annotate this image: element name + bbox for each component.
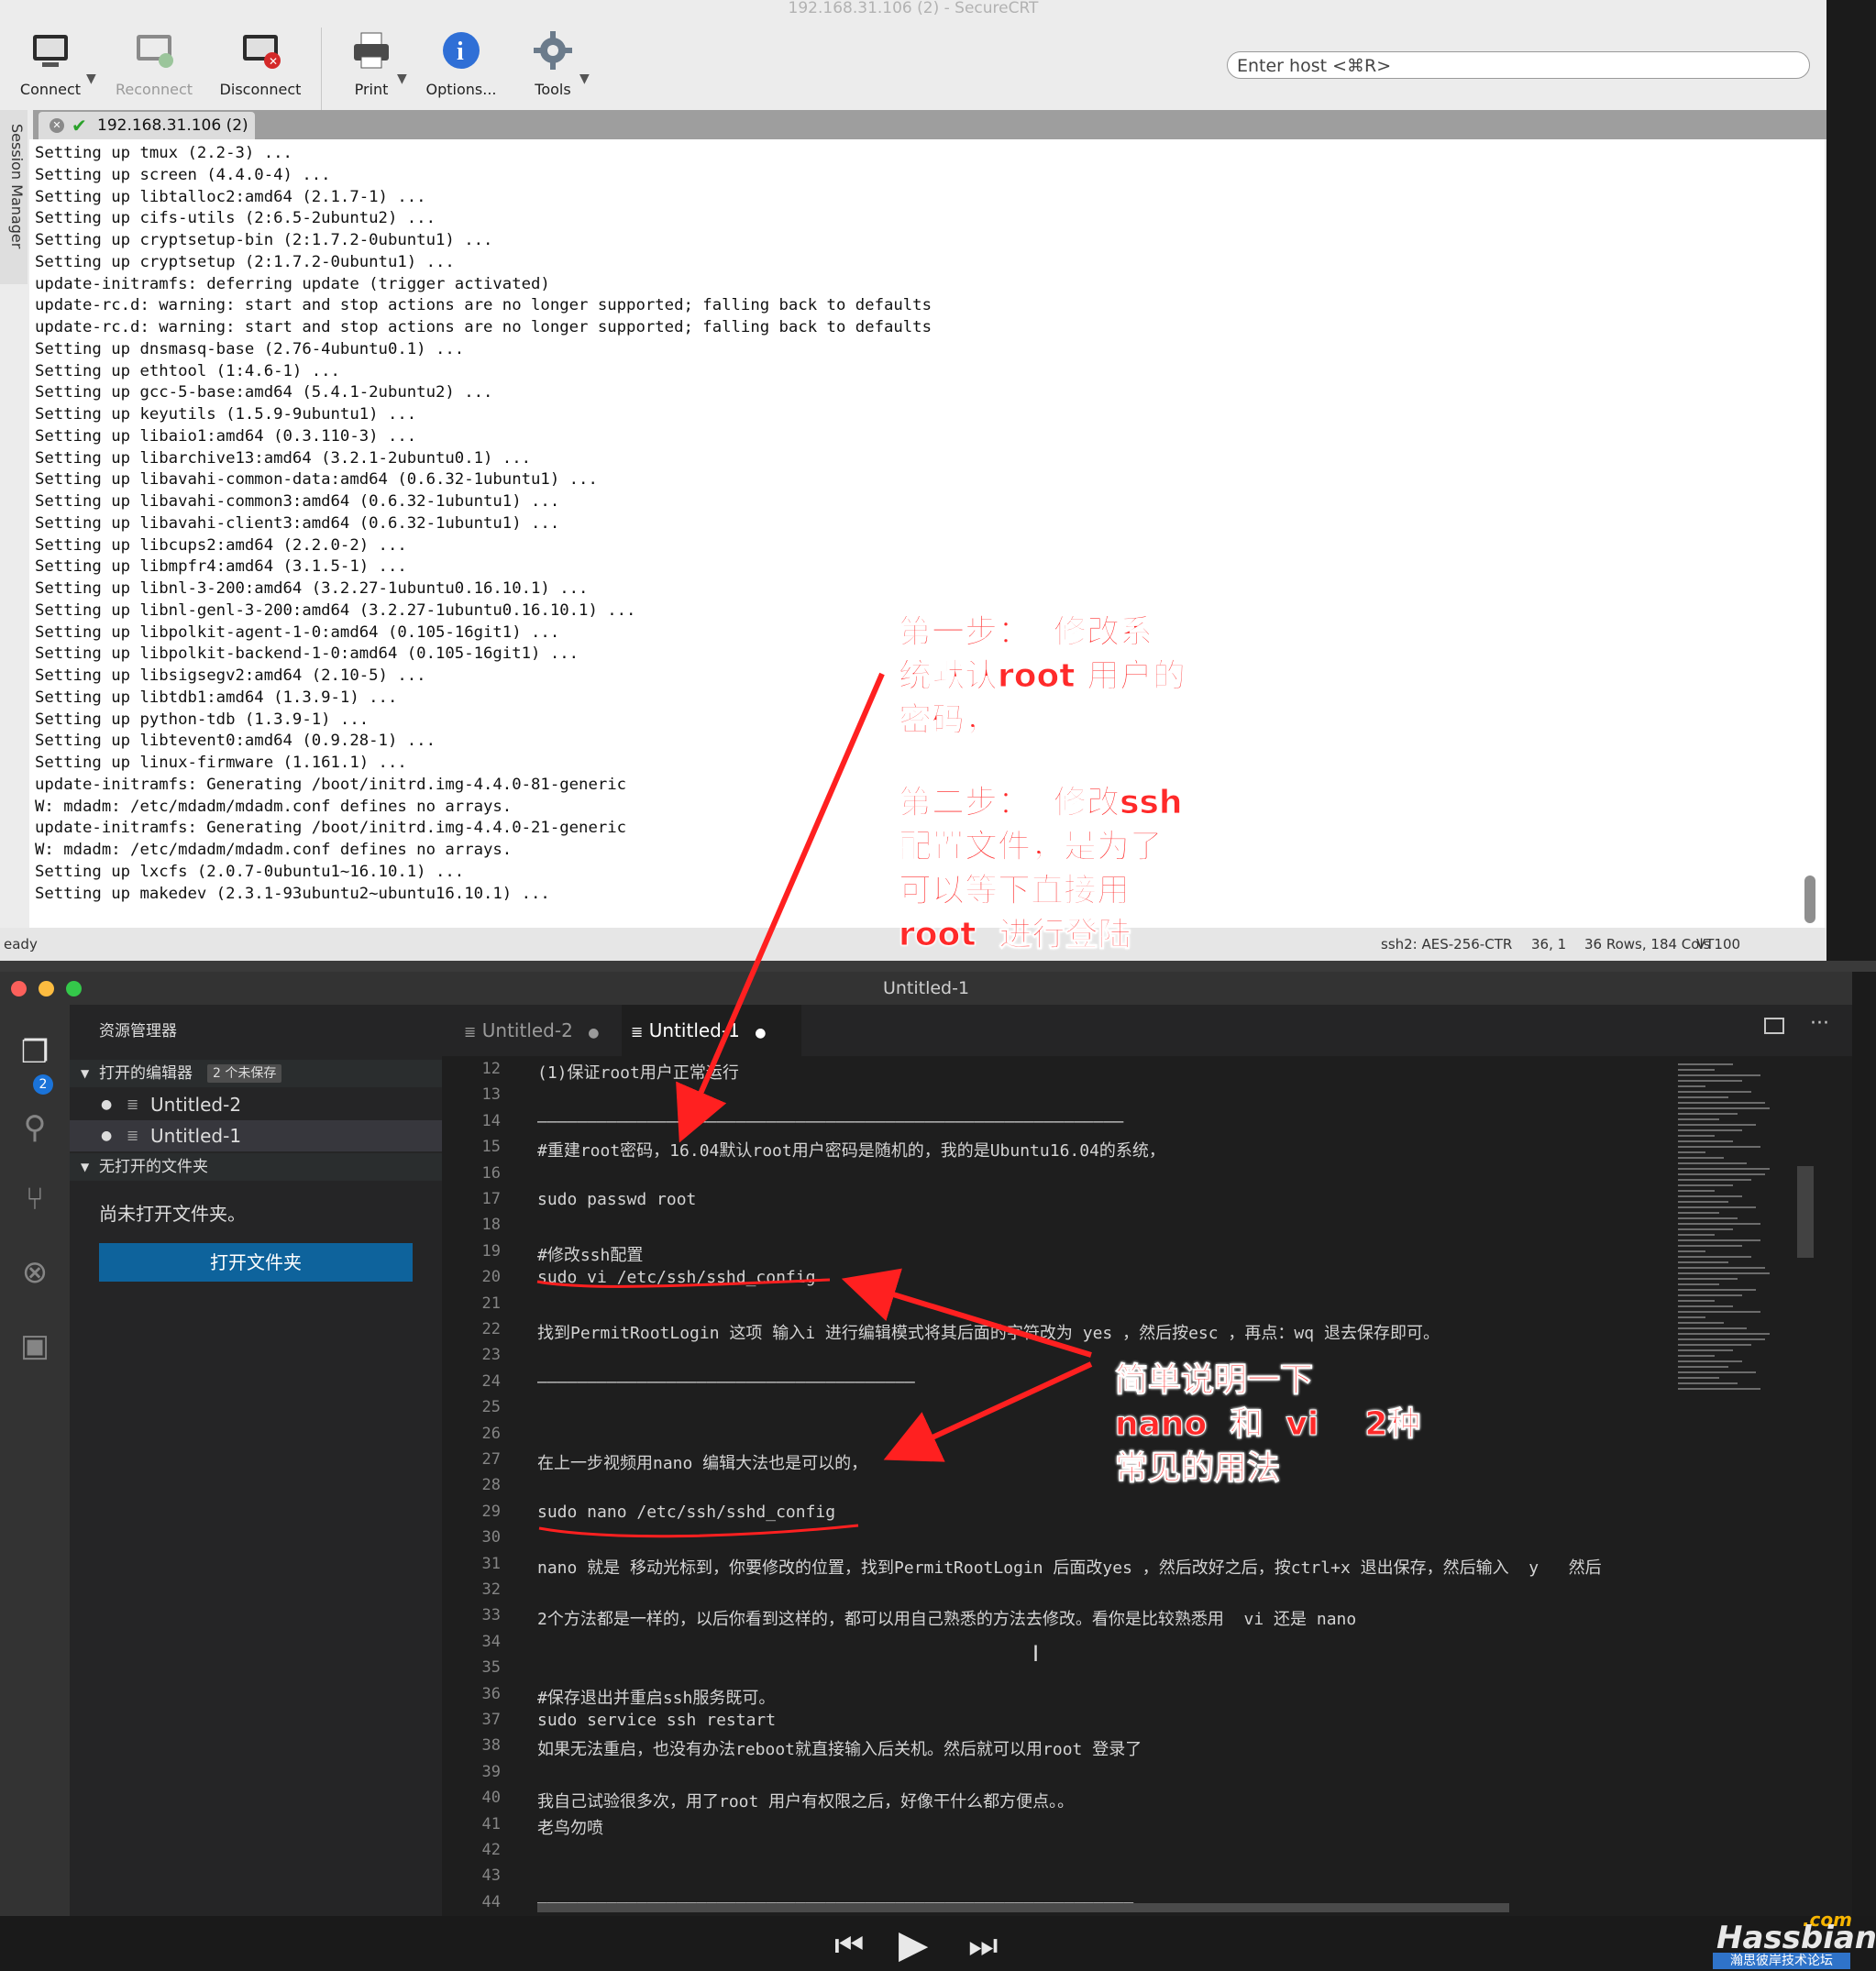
underline-nano — [538, 1524, 859, 1538]
arrow-to-vi — [841, 1268, 1092, 1358]
annotation-step1: 第一步： 修改系 统默认root 用户的 密码， — [899, 613, 1186, 740]
annotation-nano-vi: 简单说明一下 nano 和 vi 2种 常见的用法 — [1114, 1361, 1421, 1488]
annotation-step2: 第二步： 修改ssh 配置文件，是为了 可以等下直接用 root 进行登陆 — [899, 784, 1184, 954]
arrow-to-nano — [883, 1361, 1093, 1462]
annotation-arrows — [536, 672, 1093, 1538]
underline-vi — [536, 1278, 831, 1288]
arrow-to-passwd — [676, 672, 885, 1143]
